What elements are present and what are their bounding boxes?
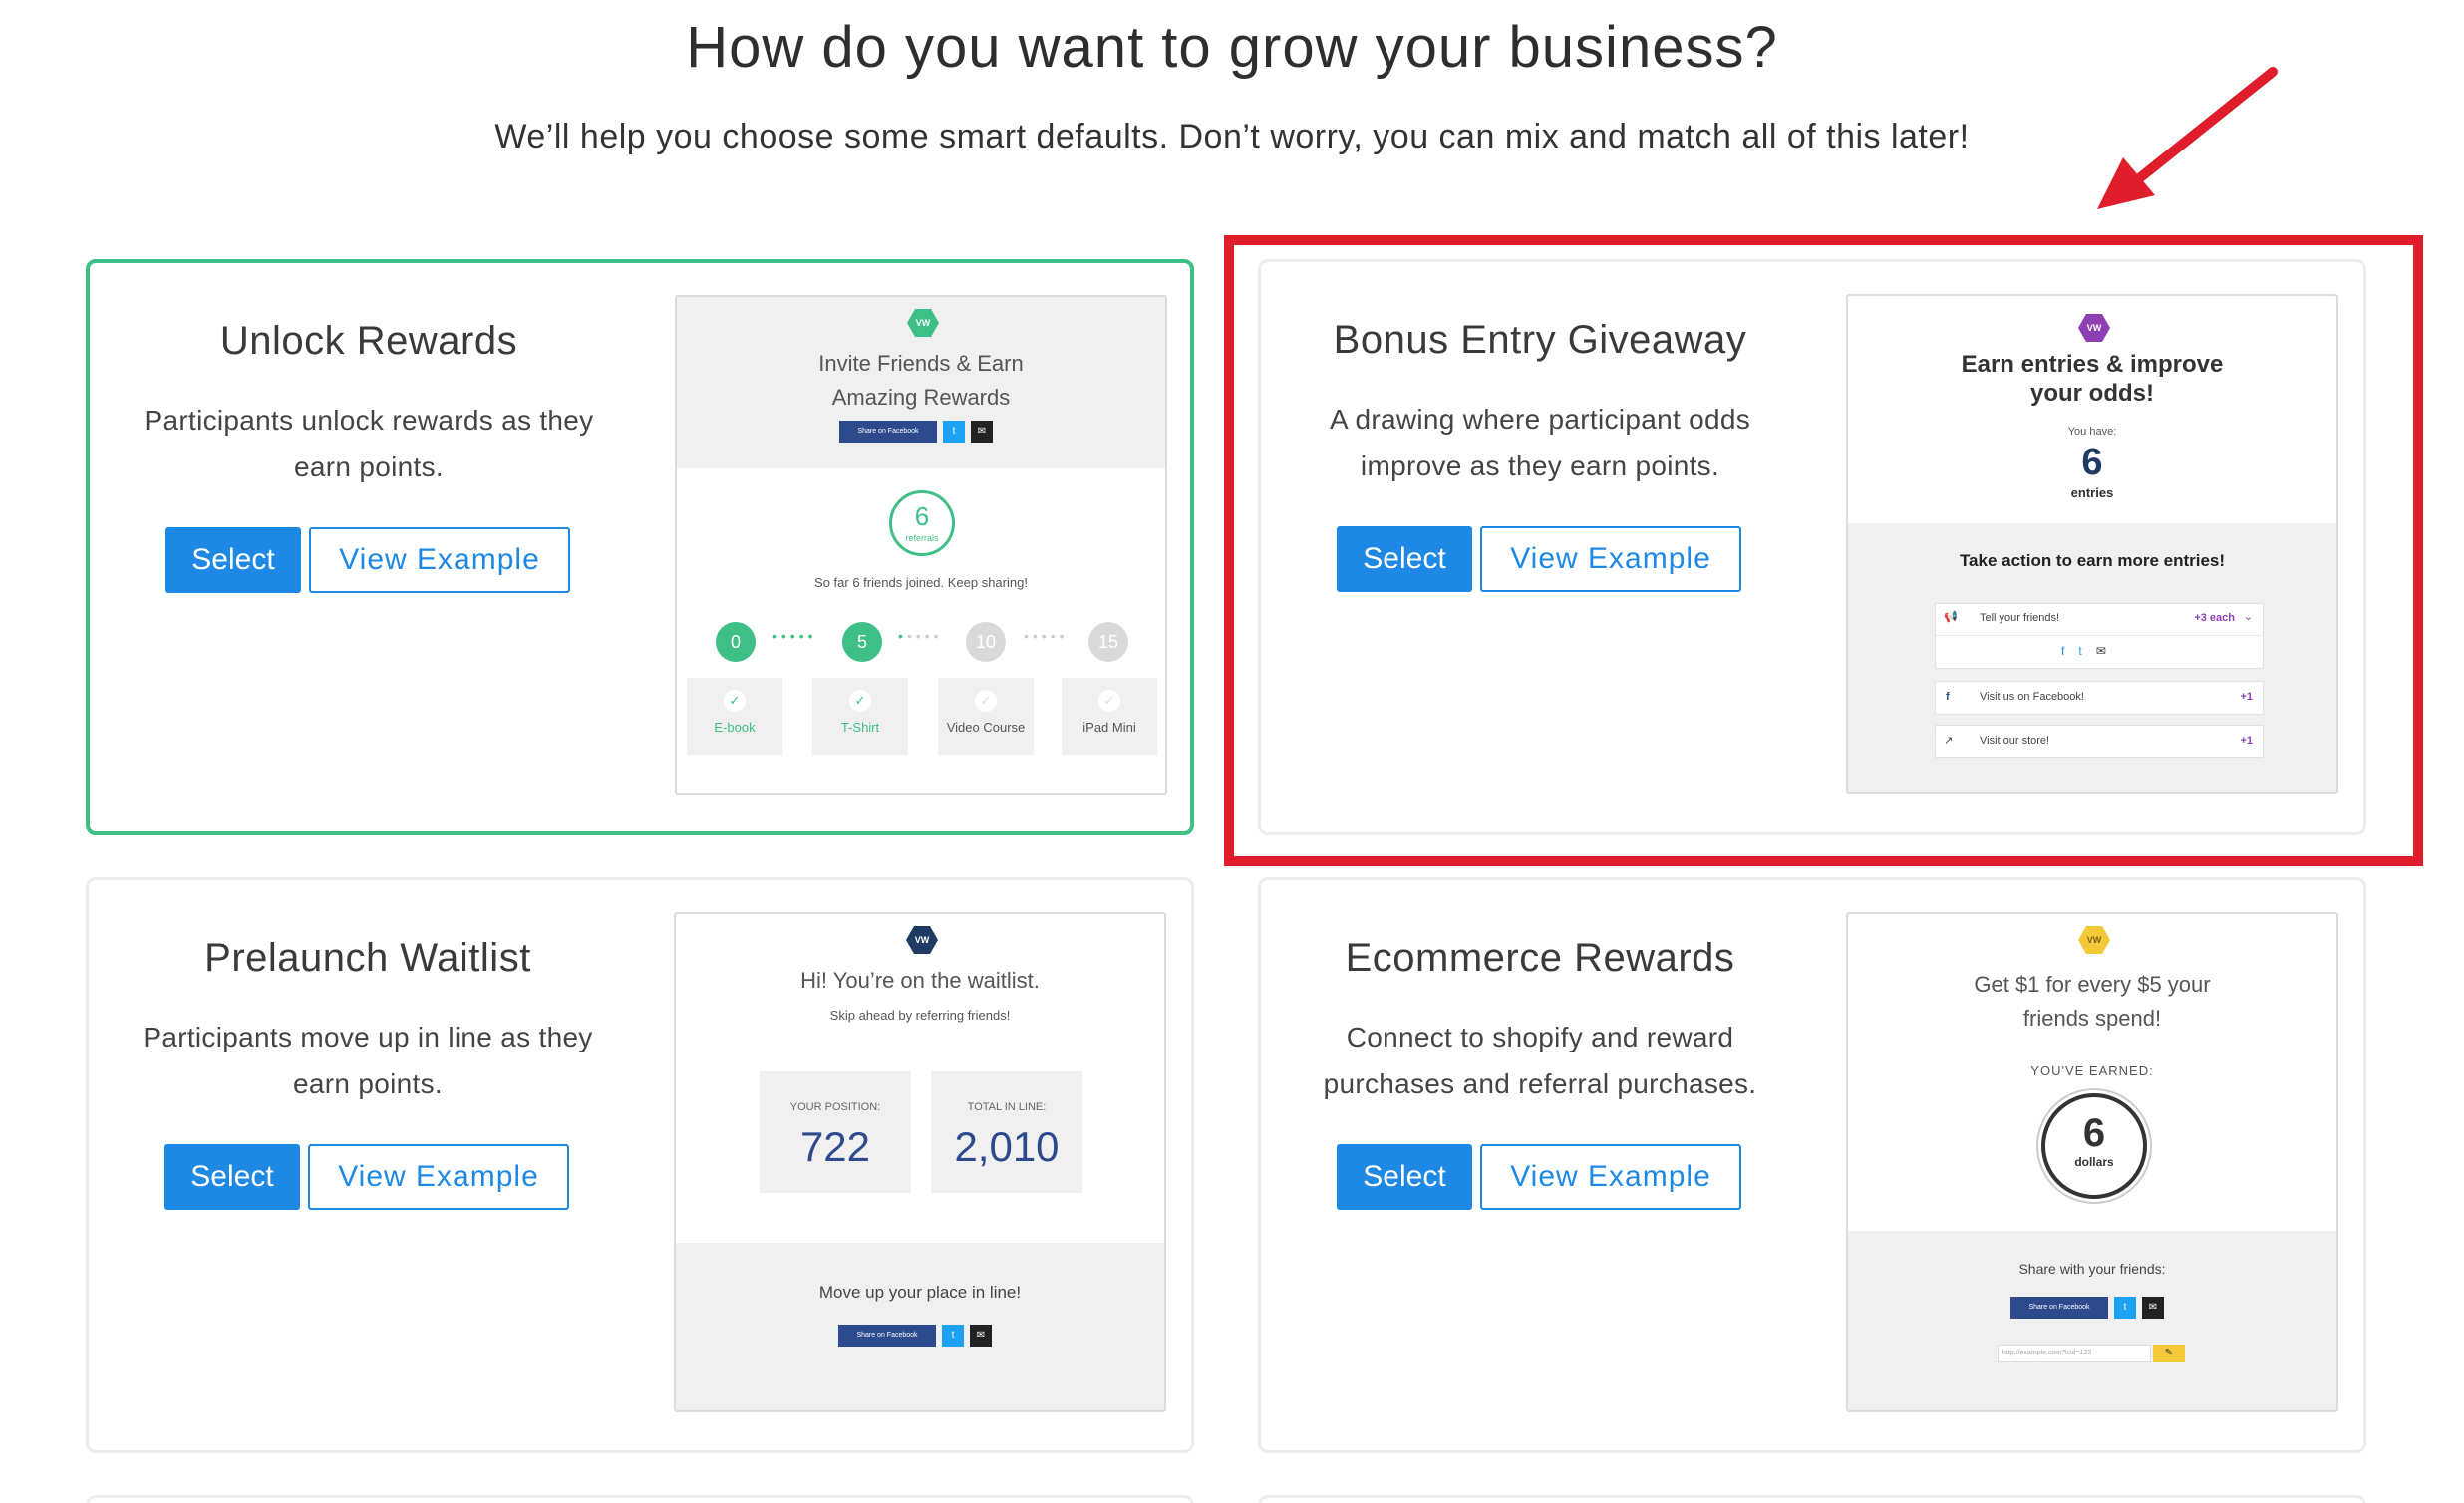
facebook-share-icon: Share on Facebook xyxy=(839,421,937,443)
total-label: TOTAL IN LINE: xyxy=(967,1101,1047,1113)
referral-count: 6 xyxy=(914,501,930,531)
vw-logo-icon: VW xyxy=(906,926,938,954)
view-example-button[interactable]: View Example xyxy=(309,527,570,593)
twitter-icon: t xyxy=(2114,1297,2136,1319)
card-partial xyxy=(1258,1495,2366,1503)
checkmark-icon: ✓ xyxy=(849,690,871,712)
dollars-ring: 6 dollars xyxy=(2041,1093,2147,1199)
email-icon: ✉ xyxy=(971,421,993,443)
card-title: Ecommerce Rewards xyxy=(1345,936,1735,980)
card-unlock-rewards[interactable]: Unlock Rewards Participants unlock rewar… xyxy=(86,259,1194,835)
reward-label: E-book xyxy=(714,720,756,735)
share-buttons: Share on Facebook t ✉ xyxy=(2010,1297,2164,1319)
preview-unlock-rewards: VW Invite Friends & Earn Amazing Rewards… xyxy=(675,295,1167,795)
select-button[interactable]: Select xyxy=(1337,1144,1472,1210)
milestone-dots: ••••• xyxy=(1024,628,1069,644)
milestone-dots: ••••• xyxy=(772,628,817,644)
reward-item: ✓ T-Shirt xyxy=(812,678,908,755)
milestone-dots: ••••• xyxy=(898,628,943,644)
email-icon: ✉ xyxy=(2142,1297,2164,1319)
preview-headline: Get $1 for every $5 your friends spend! xyxy=(1974,972,2211,1031)
checkmark-icon: ✓ xyxy=(724,690,746,712)
position-box: YOUR POSITION: 722 xyxy=(760,1071,911,1193)
total-box: TOTAL IN LINE: 2,010 xyxy=(931,1071,1082,1193)
preview-prelaunch-waitlist: VW Hi! You’re on the waitlist. Skip ahea… xyxy=(674,912,1166,1412)
referral-link-field: http://example.com?lcid=123 xyxy=(1998,1345,2151,1362)
referral-count-ring: 6 referrals xyxy=(889,490,955,556)
share-label: Share with your friends: xyxy=(2018,1261,2166,1277)
card-description: Connect to shopify and reward purchases … xyxy=(1323,1022,1757,1099)
card-prelaunch-waitlist[interactable]: Prelaunch Waitlist Participants move up … xyxy=(86,877,1194,1453)
card-title: Prelaunch Waitlist xyxy=(204,936,531,980)
dollars-count: 6 xyxy=(2082,1111,2106,1155)
select-button[interactable]: Select xyxy=(165,527,301,593)
reward-label: T-Shirt xyxy=(840,720,880,735)
card-description: Participants unlock rewards as they earn… xyxy=(144,405,594,482)
preview-subline: Skip ahead by referring friends! xyxy=(829,1008,1011,1023)
reward-label: Video Course xyxy=(946,720,1026,735)
share-buttons: Share on Facebook t ✉ xyxy=(839,421,993,443)
referral-status: So far 6 friends joined. Keep sharing! xyxy=(814,575,1028,590)
preview-headline: Invite Friends & Earn Amazing Rewards xyxy=(818,351,1024,410)
position-label: YOUR POSITION: xyxy=(789,1101,881,1113)
share-buttons: Share on Facebook t ✉ xyxy=(838,1325,992,1347)
reward-item: ✓ Video Course xyxy=(938,678,1034,755)
preview-headline: Hi! You’re on the waitlist. xyxy=(800,968,1040,993)
reward-item: ✓ iPad Mini xyxy=(1062,678,1157,755)
position-value: 722 xyxy=(799,1123,871,1170)
annotation-arrow-icon xyxy=(2097,67,2278,209)
milestone-marker: 10 xyxy=(966,622,1006,662)
preview-ecommerce-rewards: VW Get $1 for every $5 your friends spen… xyxy=(1846,912,2338,1412)
view-example-button[interactable]: View Example xyxy=(1480,1144,1741,1210)
checkmark-icon: ✓ xyxy=(1098,690,1120,712)
card-ecommerce-rewards[interactable]: Ecommerce Rewards Connect to shopify and… xyxy=(1258,877,2366,1453)
earned-label: YOU'VE EARNED: xyxy=(2030,1063,2154,1078)
email-icon: ✉ xyxy=(970,1325,992,1347)
card-description: Participants move up in line as they ear… xyxy=(143,1022,593,1099)
page: How do you want to grow your business? W… xyxy=(0,0,2464,1503)
facebook-share-icon: Share on Facebook xyxy=(838,1325,936,1347)
milestone-marker: 15 xyxy=(1088,622,1128,662)
referral-unit: referrals xyxy=(905,533,939,543)
twitter-icon: t xyxy=(943,421,965,443)
facebook-share-icon: Share on Facebook xyxy=(2010,1297,2108,1319)
milestone-marker: 0 xyxy=(716,622,756,662)
checkmark-icon: ✓ xyxy=(975,690,997,712)
card-partial xyxy=(86,1495,1194,1503)
card-title: Unlock Rewards xyxy=(219,319,518,363)
milestone-marker: 5 xyxy=(842,622,882,662)
twitter-icon: t xyxy=(942,1325,964,1347)
dollars-unit: dollars xyxy=(2074,1155,2114,1169)
annotation-highlight-box xyxy=(1224,235,2423,866)
total-value: 2,010 xyxy=(954,1123,1060,1170)
vw-logo-icon: VW xyxy=(2078,926,2110,954)
select-button[interactable]: Select xyxy=(164,1144,300,1210)
reward-label: iPad Mini xyxy=(1082,720,1136,735)
preview-footer-text: Move up your place in line! xyxy=(818,1283,1022,1302)
view-example-button[interactable]: View Example xyxy=(308,1144,569,1210)
preview-footer xyxy=(1848,1231,2336,1410)
reward-item: ✓ E-book xyxy=(687,678,782,755)
copy-link-icon: ✎ xyxy=(2153,1345,2185,1362)
